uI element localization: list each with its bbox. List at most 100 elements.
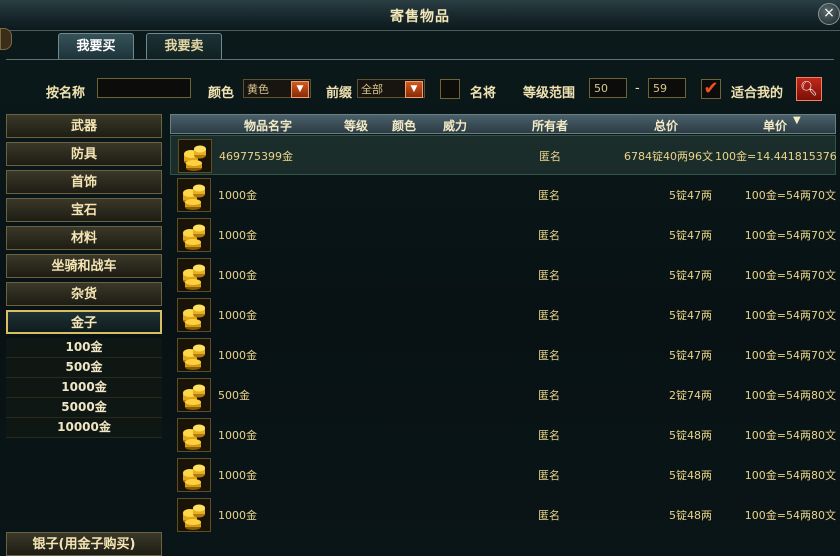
header-color[interactable]: 颜色: [381, 117, 427, 134]
color-select-value: 黄色: [247, 83, 269, 96]
category-misc[interactable]: 杂货: [6, 282, 162, 306]
item-name: 1000金: [218, 429, 257, 442]
subcategory-5000-gold[interactable]: 5000金: [6, 398, 162, 418]
tab-buy[interactable]: 我要买: [58, 33, 134, 60]
gold-ingot-icon: [177, 178, 211, 212]
table-row[interactable]: 1000金 匿名 5锭47两 100金=54两70文: [170, 255, 836, 295]
level-min-input[interactable]: 50: [589, 78, 627, 98]
table-row[interactable]: 1000金 匿名 5锭47两 100金=54两70文: [170, 175, 836, 215]
subcategory-10000-gold[interactable]: 10000金: [6, 418, 162, 438]
item-unit-price: 100金=54两70文: [744, 189, 836, 202]
title-bar[interactable]: 寄售物品 ×: [0, 0, 840, 31]
sort-desc-icon[interactable]: ▼: [793, 115, 801, 126]
search-icon: 🔍︎: [800, 81, 818, 97]
gold-ingot-icon: [177, 418, 211, 452]
window-title: 寄售物品: [390, 9, 450, 25]
name-filter-label: 按名称: [46, 86, 86, 101]
table-row[interactable]: 469775399金 匿名 6784锭40两96文 100金=14.441815376…: [170, 135, 837, 175]
prefix-select-value: 全部: [361, 83, 383, 96]
item-owner: 匿名: [538, 509, 560, 522]
item-name: 1000金: [218, 189, 257, 202]
category-jewelry[interactable]: 首饰: [6, 170, 162, 194]
item-unit-price: 100金=54两70文: [744, 309, 836, 322]
gold-ingot-icon: [177, 218, 211, 252]
prefix-select[interactable]: 全部 ▼: [357, 79, 425, 98]
item-unit-price: 100金=54两70文: [744, 269, 836, 282]
gold-ingot-icon: [177, 298, 211, 332]
window-ornament: [0, 28, 12, 50]
item-total-price: 5锭47两: [669, 349, 712, 362]
item-owner: 匿名: [538, 229, 560, 242]
subcategory-100-gold[interactable]: 100金: [6, 338, 162, 358]
mingjiang-checkbox[interactable]: [440, 79, 460, 99]
category-armor[interactable]: 防具: [6, 142, 162, 166]
header-unit[interactable]: 单价: [715, 117, 835, 134]
category-materials[interactable]: 材料: [6, 226, 162, 250]
table-row[interactable]: 1000金 匿名 5锭47两 100金=54两70文: [170, 295, 836, 335]
suitable-checkbox[interactable]: ✔: [701, 79, 721, 99]
color-filter-label: 颜色: [208, 86, 235, 101]
listing-table: 物品名字 等级 颜色 威力 所有者 总价 单价 ▼ 469775399金 匿名 67…: [170, 114, 837, 556]
header-name[interactable]: 物品名字: [203, 117, 333, 134]
auction-window: 寄售物品 × 我要买 我要卖 按名称 颜色 黄色 ▼ 前缀 全部 ▼ 名将 等级…: [0, 0, 840, 556]
category-mounts[interactable]: 坐骑和战车: [6, 254, 162, 278]
table-header: 物品名字 等级 颜色 威力 所有者 总价 单价 ▼: [170, 114, 836, 134]
category-weapons[interactable]: 武器: [6, 114, 162, 138]
item-total-price: 6784锭40两96文: [624, 150, 713, 163]
item-unit-price: 100金=54两70文: [744, 229, 836, 242]
item-unit-price: 100金=54两80文: [744, 429, 836, 442]
table-row[interactable]: 1000金 匿名 5锭47两 100金=54两70文: [170, 215, 836, 255]
item-owner: 匿名: [538, 469, 560, 482]
name-filter-input[interactable]: [97, 78, 191, 98]
item-total-price: 5锭48两: [669, 429, 712, 442]
chevron-down-icon[interactable]: ▼: [405, 81, 423, 98]
item-owner: 匿名: [538, 189, 560, 202]
suitable-label: 适合我的: [731, 86, 784, 101]
table-row[interactable]: 1000金 匿名 5锭47两 100金=54两70文: [170, 335, 836, 375]
category-silver[interactable]: 银子(用金子购买): [6, 532, 162, 556]
header-level[interactable]: 等级: [333, 117, 379, 134]
level-range-label: 等级范围: [523, 86, 576, 101]
item-total-price: 5锭48两: [669, 469, 712, 482]
check-icon: ✔: [703, 78, 719, 99]
item-unit-price: 100金=14.441815376283: [715, 150, 837, 163]
item-name: 1000金: [218, 509, 257, 522]
subcategory-1000-gold[interactable]: 1000金: [6, 378, 162, 398]
item-owner: 匿名: [538, 309, 560, 322]
item-total-price: 5锭47两: [669, 189, 712, 202]
header-total[interactable]: 总价: [619, 117, 713, 134]
item-total-price: 5锭47两: [669, 229, 712, 242]
gold-ingot-icon: [177, 498, 211, 532]
close-button[interactable]: ×: [818, 3, 840, 25]
header-owner[interactable]: 所有者: [483, 117, 617, 134]
color-select[interactable]: 黄色 ▼: [243, 79, 311, 98]
item-name: 1000金: [218, 229, 257, 242]
table-row[interactable]: 1000金 匿名 5锭48两 100金=54两80文: [170, 455, 836, 495]
item-total-price: 2锭74两: [669, 389, 712, 402]
tab-sell[interactable]: 我要卖: [146, 33, 222, 60]
gold-ingot-icon: [177, 258, 211, 292]
gold-ingot-icon: [177, 458, 211, 492]
item-name: 469775399金: [219, 150, 293, 163]
category-gems[interactable]: 宝石: [6, 198, 162, 222]
level-max-input[interactable]: 59: [648, 78, 686, 98]
item-unit-price: 100金=54两80文: [744, 509, 836, 522]
chevron-down-icon[interactable]: ▼: [291, 81, 309, 98]
item-name: 1000金: [218, 469, 257, 482]
table-row[interactable]: 1000金 匿名 5锭48两 100金=54两80文: [170, 415, 836, 455]
item-owner: 匿名: [539, 150, 561, 163]
header-power[interactable]: 威力: [429, 117, 481, 134]
gold-ingot-icon: [177, 338, 211, 372]
item-owner: 匿名: [538, 389, 560, 402]
item-unit-price: 100金=54两80文: [744, 469, 836, 482]
subcategory-500-gold[interactable]: 500金: [6, 358, 162, 378]
table-row[interactable]: 500金 匿名 2锭74两 100金=54两80文: [170, 375, 836, 415]
category-gold[interactable]: 金子: [6, 310, 162, 334]
item-owner: 匿名: [538, 429, 560, 442]
prefix-filter-label: 前缀: [326, 86, 353, 101]
gold-ingot-icon: [178, 139, 212, 173]
search-button[interactable]: 🔍︎: [796, 77, 822, 101]
gold-ingot-icon: [177, 378, 211, 412]
table-row[interactable]: 1000金 匿名 5锭48两 100金=54两80文: [170, 495, 836, 535]
tab-divider: [6, 59, 834, 60]
